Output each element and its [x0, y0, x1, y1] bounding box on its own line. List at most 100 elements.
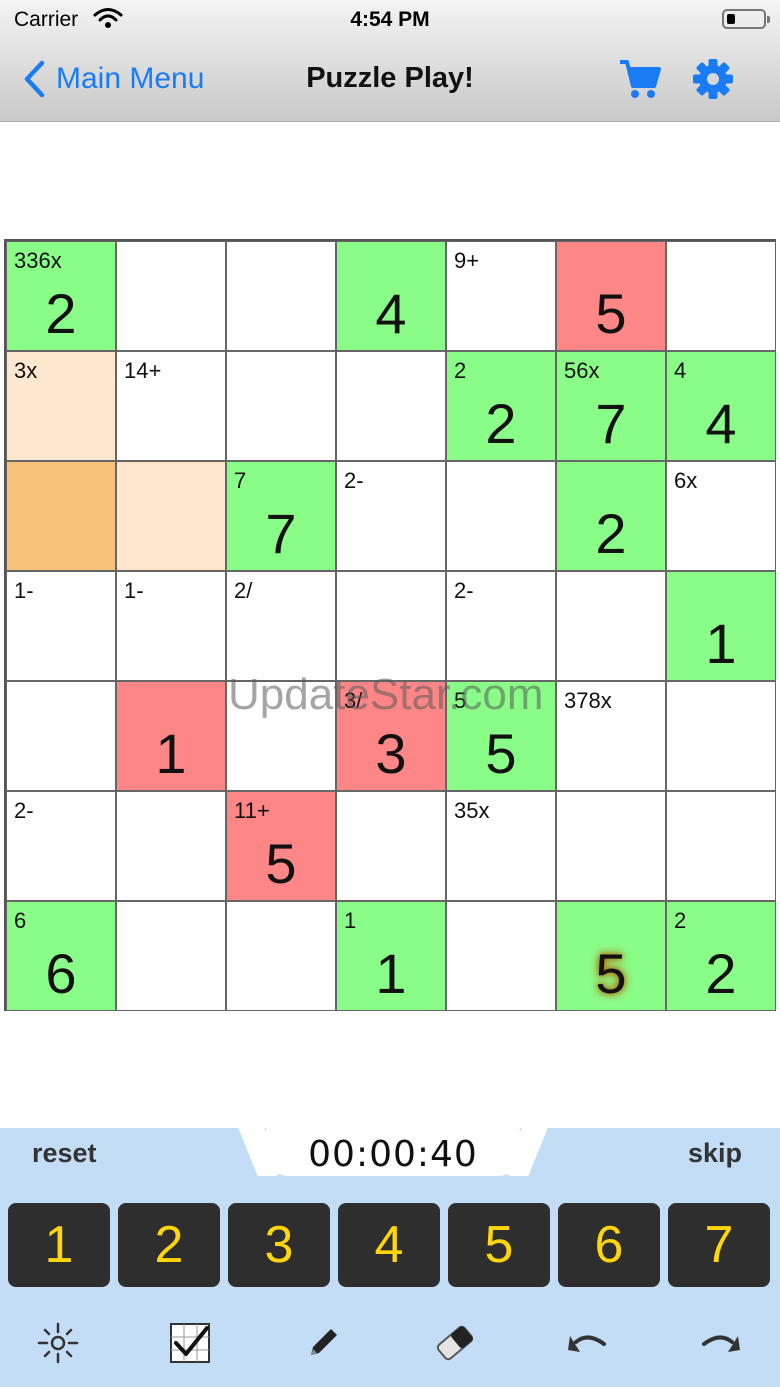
board-cell[interactable]	[336, 791, 446, 901]
cage-clue: 9+	[454, 248, 480, 273]
board-cell[interactable]	[446, 461, 556, 571]
eraser-button[interactable]	[432, 1320, 478, 1366]
board-cell[interactable]: 336x 2	[6, 241, 116, 351]
board-cell[interactable]	[226, 351, 336, 461]
board-cell[interactable]: 2/	[226, 571, 336, 681]
key-3[interactable]: 3	[228, 1203, 330, 1287]
board-cell[interactable]: 4	[336, 241, 446, 351]
board-cell[interactable]	[116, 791, 226, 901]
board-cell[interactable]	[666, 241, 776, 351]
board-cell[interactable]	[666, 681, 776, 791]
key-4[interactable]: 4	[338, 1203, 440, 1287]
board-cell[interactable]: 66	[6, 901, 116, 1011]
battery-icon	[722, 9, 770, 29]
board-cell[interactable]	[226, 901, 336, 1011]
settings-button[interactable]	[692, 58, 734, 105]
board-cell[interactable]	[116, 461, 226, 571]
board-cell[interactable]: 55	[446, 681, 556, 791]
cage-clue: 7	[234, 468, 247, 493]
board-cell[interactable]	[116, 901, 226, 1011]
cage-clue: 2	[674, 908, 687, 933]
cage-clue: 11+	[234, 798, 270, 823]
cell-value: 6	[45, 942, 77, 1005]
board-cell[interactable]: 22	[446, 351, 556, 461]
board-cell[interactable]: 2-	[336, 461, 446, 571]
check-icon	[170, 1323, 210, 1363]
puzzle-board: 336x 2 4 9+ 5 3x 14+ 2 2 56x 7 4 4 7 7 2- 2 6x 1- 1- 2/2- 1 1 3…	[4, 239, 776, 1011]
board-cell[interactable]: 9+	[446, 241, 556, 351]
board-cell[interactable]: 1	[116, 681, 226, 791]
main-menu-back-button[interactable]: Main Menu	[22, 60, 204, 98]
board-cell[interactable]: 378x	[556, 681, 666, 791]
reset-button[interactable]: reset	[32, 1138, 97, 1169]
cage-clue: 2-	[454, 578, 474, 603]
board-cell[interactable]: 11+ 5	[226, 791, 336, 901]
skip-button[interactable]: skip	[688, 1138, 742, 1169]
board-cell[interactable]: 56x 7	[556, 351, 666, 461]
board-cell[interactable]	[556, 791, 666, 901]
cell-value: 1	[155, 722, 187, 785]
clock-label: 4:54 PM	[350, 8, 430, 31]
undo-icon	[568, 1335, 606, 1352]
cage-clue: 336x	[14, 248, 62, 273]
pencil-icon	[311, 1329, 337, 1355]
cage-clue: 2-	[14, 798, 34, 823]
key-5[interactable]: 5	[448, 1203, 550, 1287]
navigation-bar: Carrier 4:54 PM Main Menu Puzzle Play!	[0, 0, 780, 122]
board-cell[interactable]: 1-	[6, 571, 116, 681]
board-cell[interactable]: 3/3	[336, 681, 446, 791]
eraser-icon	[436, 1325, 474, 1361]
board-cell[interactable]: 2-	[446, 571, 556, 681]
number-keypad: 1 2 3 4 5 6 7	[8, 1203, 774, 1287]
board-cell[interactable]: 14+	[116, 351, 226, 461]
board-cell[interactable]: 35x	[446, 791, 556, 901]
key-6[interactable]: 6	[558, 1203, 660, 1287]
cell-value: 7	[595, 392, 627, 455]
cage-clue: 35x	[454, 798, 490, 823]
board-cell[interactable]	[226, 241, 336, 351]
cart-icon	[620, 60, 661, 98]
cage-clue: 3/	[344, 688, 363, 713]
cage-clue: 4	[674, 358, 687, 383]
back-label: Main Menu	[56, 62, 205, 95]
board-cell[interactable]: 5	[556, 241, 666, 351]
cage-clue: 378x	[564, 688, 612, 713]
board-cell[interactable]: 3x	[6, 351, 116, 461]
board-cell[interactable]: 2-	[6, 791, 116, 901]
board-cell[interactable]	[666, 791, 776, 901]
hint-button[interactable]	[35, 1320, 81, 1366]
undo-button[interactable]	[565, 1320, 611, 1366]
board-cell[interactable]: 22	[666, 901, 776, 1011]
key-1[interactable]: 1	[8, 1203, 110, 1287]
cage-clue: 1-	[14, 578, 34, 603]
board-cell[interactable]: 44	[666, 351, 776, 461]
board-cell[interactable]: 11	[336, 901, 446, 1011]
board-cell[interactable]: 5	[556, 901, 666, 1011]
cell-value: 5	[485, 722, 517, 785]
board-cell[interactable]	[6, 461, 116, 571]
redo-button[interactable]	[697, 1320, 743, 1366]
board-cell[interactable]: 2	[556, 461, 666, 571]
board-cell[interactable]: 77	[226, 461, 336, 571]
board-cell[interactable]	[446, 901, 556, 1011]
hint-icon	[37, 1322, 79, 1364]
cell-value: 1	[375, 942, 407, 1005]
cell-value: 3	[375, 722, 407, 785]
key-2[interactable]: 2	[118, 1203, 220, 1287]
board-cell[interactable]	[6, 681, 116, 791]
board-cell[interactable]	[336, 571, 446, 681]
board-cell[interactable]	[336, 351, 446, 461]
redo-icon	[702, 1335, 740, 1352]
board-cell[interactable]	[226, 681, 336, 791]
board-cell[interactable]	[556, 571, 666, 681]
board-cell[interactable]: 6x	[666, 461, 776, 571]
cart-button[interactable]	[618, 58, 662, 105]
check-button[interactable]	[167, 1320, 213, 1366]
board-cell[interactable]: 1-	[116, 571, 226, 681]
key-7[interactable]: 7	[668, 1203, 770, 1287]
chevron-left-icon	[24, 60, 45, 98]
pencil-button[interactable]	[300, 1320, 346, 1366]
board-cell[interactable]	[116, 241, 226, 351]
board-cell[interactable]: 1	[666, 571, 776, 681]
gear-icon	[693, 59, 733, 99]
